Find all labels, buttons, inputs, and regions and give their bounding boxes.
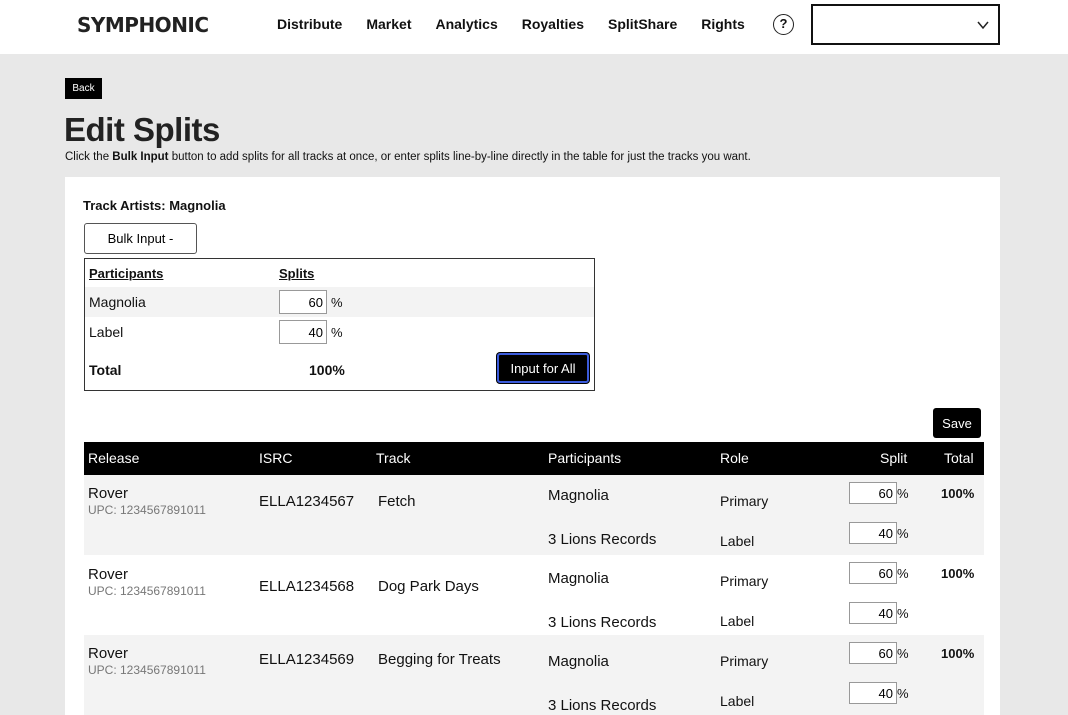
instructions-post: button to add splits for all tracks at o…	[168, 151, 751, 163]
nav-royalties[interactable]: Royalties	[522, 16, 584, 32]
input-for-all-button[interactable]: Input for All	[497, 353, 589, 383]
nav-distribute[interactable]: Distribute	[277, 16, 342, 32]
bulk-input-button[interactable]: Bulk Input -	[84, 223, 197, 254]
row-total: 100%	[941, 566, 975, 581]
participant-name: Magnolia	[548, 653, 609, 670]
participant-role: Label	[720, 693, 755, 709]
split-input[interactable]	[849, 642, 897, 664]
bulk-split-input[interactable]	[279, 290, 327, 314]
percent-symbol: %	[897, 686, 909, 701]
release-name: Rover	[88, 566, 129, 583]
percent-symbol: %	[331, 295, 343, 310]
row-total: 100%	[941, 486, 975, 501]
nav-splitshare[interactable]: SplitShare	[608, 16, 677, 32]
release-name: Rover	[88, 485, 129, 502]
split-input[interactable]	[849, 602, 897, 624]
bulk-splits-header: Splits	[279, 266, 315, 281]
symphonic-logo[interactable]: SYMPHONIC	[77, 13, 209, 37]
upc-code: UPC: 1234567891011	[88, 503, 206, 517]
header-role: Role	[720, 450, 749, 466]
percent-symbol: %	[897, 646, 909, 661]
track-artists-label: Track Artists: Magnolia	[83, 198, 226, 213]
splits-panel: Track Artists: Magnolia Bulk Input - Par…	[65, 177, 1000, 715]
splits-table: Release ISRC Track Participants Role Spl…	[84, 442, 984, 715]
isrc-code: ELLA1234567	[259, 493, 355, 510]
bulk-participant-name: Magnolia	[89, 294, 146, 310]
header-isrc: ISRC	[259, 450, 293, 466]
participant-role: Primary	[720, 493, 769, 509]
split-input[interactable]	[849, 562, 897, 584]
page-title: Edit Splits	[64, 111, 220, 148]
participant-name: 3 Lions Records	[548, 531, 657, 548]
percent-symbol: %	[897, 486, 909, 501]
percent-symbol: %	[331, 325, 343, 340]
participant-role: Primary	[720, 653, 769, 669]
instructions-text: Click the Bulk Input button to add split…	[65, 151, 751, 163]
percent-symbol: %	[897, 526, 909, 541]
help-icon[interactable]: ?	[773, 14, 794, 35]
top-navigation-bar: SYMPHONIC Distribute Market Analytics Ro…	[0, 0, 1068, 54]
bulk-input-box: Participants Splits Magnolia % Label % T…	[84, 258, 595, 391]
main-nav: Distribute Market Analytics Royalties Sp…	[277, 16, 769, 32]
instructions-pre: Click the	[65, 151, 113, 163]
nav-market[interactable]: Market	[366, 16, 411, 32]
bulk-participant-name: Label	[89, 324, 124, 340]
participant-role: Label	[720, 613, 755, 629]
nav-analytics[interactable]: Analytics	[435, 16, 497, 32]
header-total: Total	[944, 450, 974, 466]
table-row: Rover UPC: 1234567891011 ELLA1234569 Beg…	[84, 635, 984, 715]
header-participants: Participants	[548, 450, 622, 466]
nav-rights[interactable]: Rights	[701, 16, 745, 32]
participant-name: Magnolia	[548, 570, 609, 587]
split-input[interactable]	[849, 522, 897, 544]
percent-symbol: %	[897, 606, 909, 621]
instructions-bold: Bulk Input	[112, 151, 169, 163]
bulk-total-label: Total	[89, 362, 122, 378]
header-split: Split	[880, 450, 908, 466]
participant-name: Magnolia	[548, 487, 609, 504]
table-row: Rover UPC: 1234567891011 ELLA1234568 Dog…	[84, 555, 984, 635]
release-name: Rover	[88, 645, 129, 662]
header-track: Track	[376, 450, 411, 466]
bulk-row: Label %	[85, 317, 594, 347]
save-button[interactable]: Save	[933, 408, 981, 438]
participant-role: Label	[720, 533, 755, 549]
participant-name: 3 Lions Records	[548, 614, 657, 631]
split-input[interactable]	[849, 682, 897, 704]
participant-name: 3 Lions Records	[548, 697, 657, 714]
bulk-participants-header: Participants	[89, 266, 164, 281]
bulk-row: Magnolia %	[85, 287, 594, 317]
track-name: Dog Park Days	[378, 578, 479, 595]
participant-role: Primary	[720, 573, 769, 589]
back-button[interactable]: Back	[65, 78, 102, 99]
bulk-split-input[interactable]	[279, 320, 327, 344]
account-dropdown[interactable]	[811, 4, 1000, 45]
percent-symbol: %	[897, 566, 909, 581]
isrc-code: ELLA1234568	[259, 578, 355, 595]
header-release: Release	[88, 450, 140, 466]
bulk-total-value: 100%	[309, 362, 345, 378]
row-total: 100%	[941, 646, 975, 661]
upc-code: UPC: 1234567891011	[88, 663, 206, 677]
chevron-down-icon	[977, 21, 989, 30]
table-row: Rover UPC: 1234567891011 ELLA1234567 Fet…	[84, 475, 984, 555]
table-header: Release ISRC Track Participants Role Spl…	[84, 442, 984, 475]
isrc-code: ELLA1234569	[259, 651, 355, 668]
track-name: Fetch	[378, 493, 416, 510]
split-input[interactable]	[849, 482, 897, 504]
upc-code: UPC: 1234567891011	[88, 584, 206, 598]
track-name: Begging for Treats	[378, 651, 501, 668]
